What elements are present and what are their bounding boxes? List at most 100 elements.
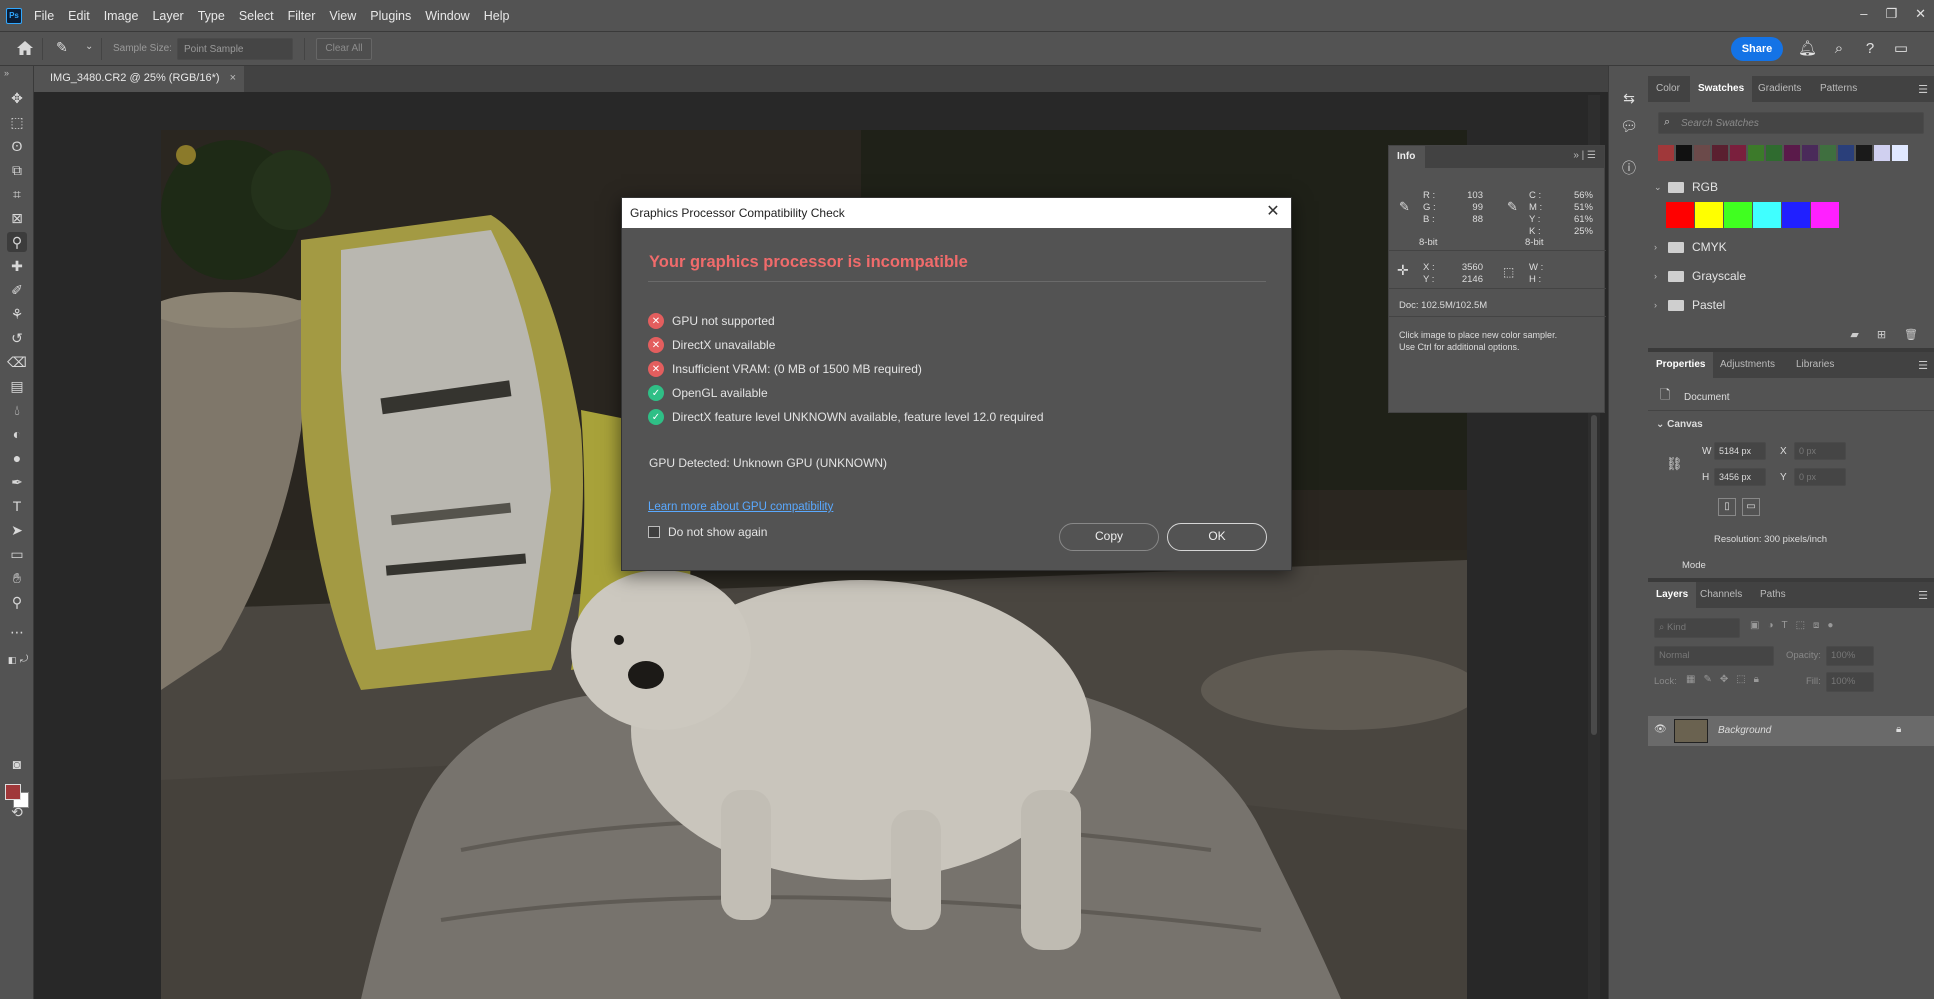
lasso-tool-icon[interactable]: ʘ bbox=[7, 136, 27, 156]
swatch-chip[interactable] bbox=[1820, 145, 1836, 161]
trash-icon[interactable]: 🗑︎ bbox=[1904, 328, 1918, 341]
burn-tool-icon[interactable]: ● bbox=[7, 448, 27, 468]
document-tab[interactable]: IMG_3480.CR2 @ 25% (RGB/16*) × bbox=[34, 66, 244, 92]
x-input[interactable]: 0 px bbox=[1794, 442, 1846, 460]
tab-channels[interactable]: Channels bbox=[1692, 582, 1750, 608]
swatch-chip[interactable] bbox=[1748, 145, 1764, 161]
home-icon[interactable] bbox=[16, 40, 34, 56]
chevron-down-icon[interactable]: ⌄ bbox=[85, 41, 93, 52]
layer-kind-filter[interactable]: ⌕ Kind bbox=[1654, 618, 1740, 638]
layer-row-background[interactable]: 👁︎ Background 🔒︎ bbox=[1648, 716, 1934, 746]
marquee-tool-icon[interactable]: ⬚ bbox=[7, 112, 27, 132]
history-brush-tool-icon[interactable]: ↺ bbox=[7, 328, 27, 348]
tab-info[interactable]: Info bbox=[1389, 146, 1425, 168]
bell-icon[interactable]: 🔔︎ bbox=[1798, 40, 1817, 58]
swatch-chip[interactable] bbox=[1782, 202, 1810, 228]
move-tool-icon[interactable]: ✥ bbox=[7, 88, 27, 108]
menu-view[interactable]: View bbox=[329, 9, 356, 23]
clear-all-button[interactable]: Clear All bbox=[316, 38, 372, 60]
tab-properties[interactable]: Properties bbox=[1648, 352, 1714, 378]
close-tab-icon[interactable]: × bbox=[230, 72, 236, 84]
swap-colors-icon[interactable]: ⤾ bbox=[14, 650, 34, 670]
width-input[interactable]: 5184 px bbox=[1714, 442, 1766, 460]
close-window-icon[interactable]: ✕ bbox=[1915, 6, 1926, 22]
swatch-group-grayscale[interactable]: › Grayscale bbox=[1654, 265, 1924, 287]
do-not-show-checkbox[interactable]: Do not show again bbox=[648, 525, 767, 539]
restore-icon[interactable]: ❐ bbox=[1885, 6, 1897, 22]
canvas-section-header[interactable]: ⌄ Canvas bbox=[1656, 419, 1703, 430]
menu-image[interactable]: Image bbox=[104, 9, 139, 23]
collapse-icon[interactable]: » bbox=[4, 68, 9, 78]
frame-tool-icon[interactable]: ⊠ bbox=[7, 208, 27, 228]
search-icon[interactable]: ⌕ bbox=[1830, 40, 1848, 58]
menu-file[interactable]: File bbox=[34, 9, 54, 23]
type-tool-icon[interactable]: T bbox=[7, 496, 27, 516]
landscape-orientation-icon[interactable]: ▭ bbox=[1742, 498, 1760, 516]
swatch-chip[interactable] bbox=[1658, 145, 1674, 161]
tab-swatches[interactable]: Swatches bbox=[1690, 76, 1753, 102]
gradient-tool-icon[interactable]: ▤ bbox=[7, 376, 27, 396]
y-input[interactable]: 0 px bbox=[1794, 468, 1846, 486]
opacity-input[interactable]: 100% bbox=[1826, 646, 1874, 666]
share-button[interactable]: Share bbox=[1731, 37, 1783, 61]
panel-menu-icon[interactable]: » | ☰ bbox=[1573, 150, 1596, 161]
panel-menu-icon[interactable]: ☰ bbox=[1918, 359, 1928, 372]
tab-gradients[interactable]: Gradients bbox=[1750, 76, 1809, 102]
blur-tool-icon[interactable]: 💧︎ bbox=[7, 400, 27, 420]
more-tools-icon[interactable]: ⋯ bbox=[7, 622, 27, 642]
lock-icons[interactable]: ▦✎✥⬚🔒︎ bbox=[1686, 674, 1767, 685]
new-group-icon[interactable]: ▰ bbox=[1850, 328, 1858, 341]
comments-panel-icon[interactable]: 💬︎ bbox=[1617, 114, 1641, 138]
tab-paths[interactable]: Paths bbox=[1752, 582, 1794, 608]
swatch-group-rgb[interactable]: ⌄ RGB bbox=[1654, 176, 1924, 198]
swatch-chip[interactable] bbox=[1811, 202, 1839, 228]
tab-adjustments[interactable]: Adjustments bbox=[1712, 352, 1783, 378]
hand-tool-icon[interactable]: ✋︎ bbox=[7, 568, 27, 588]
swatch-chip[interactable] bbox=[1730, 145, 1746, 161]
swatch-chip[interactable] bbox=[1766, 145, 1782, 161]
eyedropper-tool-icon[interactable]: ⚲ bbox=[7, 232, 27, 252]
menu-plugins[interactable]: Plugins bbox=[370, 9, 411, 23]
panel-menu-icon[interactable]: ☰ bbox=[1918, 83, 1928, 96]
swatch-chip[interactable] bbox=[1666, 202, 1694, 228]
history-panel-icon[interactable]: ⇆ bbox=[1617, 86, 1641, 110]
swatch-chip[interactable] bbox=[1724, 202, 1752, 228]
swatch-chip[interactable] bbox=[1802, 145, 1818, 161]
eye-icon[interactable]: 👁︎ bbox=[1654, 724, 1667, 735]
menu-type[interactable]: Type bbox=[198, 9, 225, 23]
zoom-tool-icon[interactable]: ⚲ bbox=[7, 592, 27, 612]
color-sampler-tool-icon[interactable]: ✎ bbox=[56, 39, 76, 57]
layer-filter-icons[interactable]: ▣◑T⬚⧈● bbox=[1750, 620, 1841, 631]
fill-input[interactable]: 100% bbox=[1826, 672, 1874, 692]
menu-window[interactable]: Window bbox=[425, 9, 469, 23]
eraser-tool-icon[interactable]: ⌫ bbox=[7, 352, 27, 372]
workspace-icon[interactable]: ▭ bbox=[1892, 40, 1910, 58]
learn-more-link[interactable]: Learn more about GPU compatibility bbox=[648, 501, 833, 513]
foreground-color-swatch[interactable] bbox=[5, 784, 21, 800]
rectangle-tool-icon[interactable]: ▭ bbox=[7, 544, 27, 564]
copy-button[interactable]: Copy bbox=[1059, 523, 1159, 551]
minimize-icon[interactable]: – bbox=[1860, 6, 1867, 22]
menu-select[interactable]: Select bbox=[239, 9, 274, 23]
quick-mask-icon[interactable]: ◙ bbox=[7, 754, 27, 774]
swatch-chip[interactable] bbox=[1892, 145, 1908, 161]
menu-filter[interactable]: Filter bbox=[288, 9, 316, 23]
swatch-group-cmyk[interactable]: › CMYK bbox=[1654, 236, 1924, 258]
swatch-chip[interactable] bbox=[1694, 145, 1710, 161]
link-icon[interactable]: ⛓ bbox=[1666, 456, 1683, 472]
blend-mode-select[interactable]: Normal bbox=[1654, 646, 1774, 666]
swatch-chip[interactable] bbox=[1695, 202, 1723, 228]
swatch-chip[interactable] bbox=[1676, 145, 1692, 161]
object-selection-tool-icon[interactable]: ⧉ bbox=[7, 160, 27, 180]
portrait-orientation-icon[interactable]: ▯ bbox=[1718, 498, 1736, 516]
dodge-tool-icon[interactable]: ◐ bbox=[7, 424, 27, 444]
menu-help[interactable]: Help bbox=[484, 9, 510, 23]
swatch-chip[interactable] bbox=[1712, 145, 1728, 161]
brush-tool-icon[interactable]: ✐ bbox=[7, 280, 27, 300]
new-swatch-icon[interactable]: ⊞ bbox=[1877, 328, 1886, 341]
tab-color[interactable]: Color bbox=[1648, 76, 1688, 102]
menu-layer[interactable]: Layer bbox=[152, 9, 183, 23]
menu-edit[interactable]: Edit bbox=[68, 9, 90, 23]
sample-size-select[interactable]: Point Sample bbox=[177, 38, 293, 60]
pen-tool-icon[interactable]: ✒ bbox=[7, 472, 27, 492]
